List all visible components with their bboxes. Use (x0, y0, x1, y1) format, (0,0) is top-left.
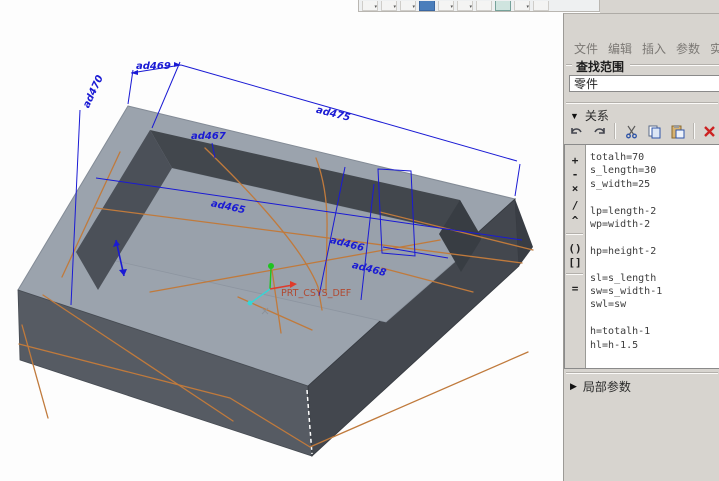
relations-editor: + - × / ^ () [] = totalh=70 s_length=30 … (564, 144, 719, 369)
search-scope-combobox[interactable]: 零件 (569, 75, 719, 92)
search-scope-label: 查找范围 (574, 58, 626, 75)
operator-plus-button[interactable]: + (565, 155, 585, 166)
copy-icon[interactable] (647, 122, 663, 140)
groupbox-border (566, 64, 572, 66)
relations-panel: 文件 编辑 插入 参数 实 查找范围 零件 ▼ 关系 (563, 13, 719, 481)
axis-y-end (268, 263, 274, 269)
operator-paren-button[interactable]: () (565, 243, 585, 254)
toolbar-button-stub[interactable] (419, 1, 435, 11)
3d-viewport[interactable]: ad469 ad467 ad475 ad465 ad466 ad468 ad47… (0, 0, 563, 481)
toolbar-button-stub[interactable] (533, 1, 549, 11)
dimension-label-ad469[interactable]: ad469 (136, 61, 171, 72)
paste-icon[interactable] (670, 122, 686, 140)
toolbar-button-stub[interactable]: ▾ (362, 1, 378, 11)
local-params-section-header[interactable]: ▶ 局部参数 (570, 378, 631, 395)
panel-titlebar[interactable] (564, 14, 719, 40)
toolbar-button-stub[interactable] (495, 1, 511, 11)
collapse-triangle-icon[interactable]: ▼ (570, 111, 579, 121)
toolbar-button-stub[interactable]: ▾ (457, 1, 473, 11)
local-params-header-label: 局部参数 (583, 378, 631, 395)
axis-z-end (248, 301, 253, 306)
section-divider (566, 372, 718, 374)
panel-background (564, 398, 719, 481)
toolbar-button-stub[interactable]: ▾ (400, 1, 416, 11)
menu-edit[interactable]: 编辑 (608, 40, 632, 57)
menu-insert[interactable]: 插入 (642, 40, 666, 57)
menu-parameters[interactable]: 参数 (676, 40, 700, 57)
delete-icon[interactable] (702, 122, 718, 140)
toolbar-button-stub[interactable] (476, 1, 492, 11)
toolbar-button-stub[interactable]: ▾ (381, 1, 397, 11)
toolbar-separator (614, 123, 616, 139)
toolbar-button-stub[interactable]: ▾ (438, 1, 454, 11)
collapse-triangle-icon[interactable]: ▶ (570, 381, 577, 392)
redo-icon[interactable] (591, 122, 607, 140)
dimension-label-ad467[interactable]: ad467 (191, 131, 226, 142)
menu-file[interactable]: 文件 (574, 40, 598, 57)
axis-y (270, 268, 271, 289)
toolbar-button-stub[interactable]: ▾ (514, 1, 530, 11)
cut-icon[interactable] (623, 122, 639, 140)
relations-toolbar (568, 120, 718, 142)
operator-divide-button[interactable]: / (565, 200, 585, 211)
toolbar-separator (693, 123, 695, 139)
operator-gutter: + - × / ^ () [] = (565, 145, 586, 368)
undo-icon[interactable] (568, 122, 584, 140)
relations-code-textarea[interactable]: totalh=70 s_length=30 s_width=25 lp=leng… (586, 145, 666, 368)
operator-bracket-button[interactable]: [] (565, 257, 585, 268)
menu-utilities[interactable]: 实 (710, 40, 719, 57)
panel-menubar: 文件 编辑 插入 参数 实 (564, 40, 719, 57)
operator-power-button[interactable]: ^ (565, 215, 585, 226)
operator-multiply-button[interactable]: × (565, 183, 585, 194)
operator-equals-button[interactable]: = (565, 283, 585, 294)
application-window: ad469 ad467 ad475 ad465 ad466 ad468 ad47… (0, 0, 719, 481)
top-toolbar: ▾ ▾ ▾ ▾ ▾ ▾ (358, 0, 600, 12)
csys-label[interactable]: PRT_CSYS_DEF (281, 288, 351, 299)
operator-minus-button[interactable]: - (565, 169, 585, 180)
groupbox-border (630, 64, 719, 66)
section-divider (566, 102, 718, 104)
gutter-separator (566, 273, 583, 275)
gutter-separator (566, 233, 583, 235)
window-background (600, 0, 719, 13)
